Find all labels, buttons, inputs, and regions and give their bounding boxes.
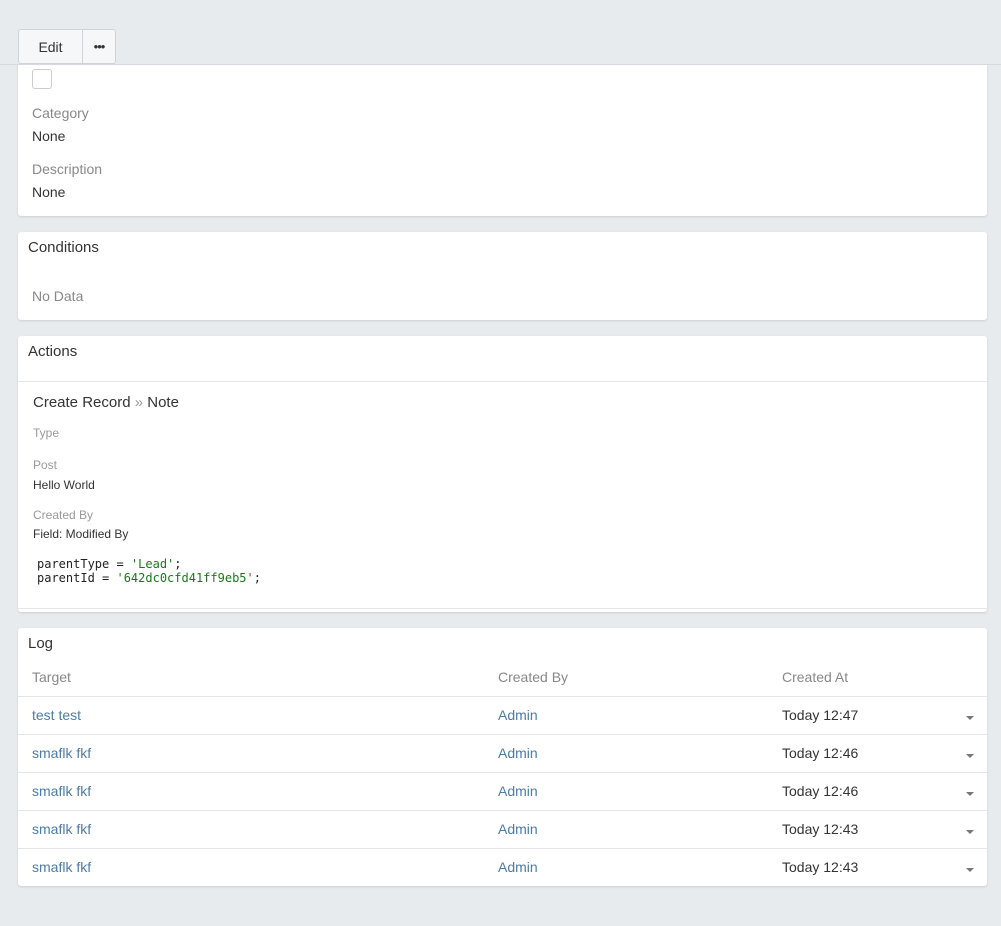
row-actions-caret-icon[interactable] <box>965 792 974 796</box>
created-at-value: Today 12:47 <box>782 696 952 735</box>
row-actions-caret-icon[interactable] <box>965 716 974 720</box>
created-by-link[interactable]: Admin <box>498 745 538 761</box>
action-entity: Note <box>147 394 179 411</box>
created-at-value: Today 12:43 <box>782 810 952 849</box>
table-row: test test Admin Today 12:47 <box>18 696 987 735</box>
created-by-label: Created By <box>33 508 94 522</box>
row-actions-caret-icon[interactable] <box>965 754 974 758</box>
target-link[interactable]: smaflk fkf <box>32 745 91 761</box>
action-separator: » <box>134 394 144 411</box>
actions-bottom-divider <box>18 608 987 609</box>
created-at-value: Today 12:43 <box>782 859 859 876</box>
record-toolbar: Edit ••• <box>0 0 1001 65</box>
ellipsis-icon: ••• <box>93 39 106 54</box>
table-row: smaflk fkf Admin Today 12:46 <box>18 772 987 811</box>
conditions-title: Conditions <box>28 239 99 256</box>
category-label: Category <box>32 105 89 121</box>
log-header-row: Target Created By Created At <box>18 659 987 697</box>
action-button-group: Edit ••• <box>18 29 116 64</box>
description-value: None <box>32 184 66 200</box>
table-row: smaflk fkf Admin Today 12:43 <box>18 810 987 849</box>
created-by-link[interactable]: Admin <box>498 707 538 723</box>
column-header-target[interactable]: Target <box>18 659 498 697</box>
created-by-link[interactable]: Admin <box>498 859 538 875</box>
log-table: Target Created By Created At test test A… <box>18 659 987 886</box>
table-row: smaflk fkf Admin Today 12:46 <box>18 734 987 773</box>
created-at-value: Today 12:46 <box>782 772 952 811</box>
post-label: Post <box>33 458 58 472</box>
active-checkbox[interactable] <box>32 69 52 89</box>
target-link[interactable]: smaflk fkf <box>32 821 91 837</box>
post-value: Hello World <box>33 478 95 492</box>
edit-button[interactable]: Edit <box>18 29 83 64</box>
created-by-link[interactable]: Admin <box>498 783 538 799</box>
details-panel: Category None Description None <box>18 40 987 216</box>
target-link[interactable]: test test <box>32 707 81 723</box>
formula-code-block: parentType = 'Lead'; parentId = '642dc0c… <box>37 557 261 585</box>
code-line-1: parentType = 'Lead'; <box>37 557 182 571</box>
actions-title: Actions <box>28 343 78 360</box>
target-link[interactable]: smaflk fkf <box>32 859 91 875</box>
more-options-button[interactable]: ••• <box>83 29 116 64</box>
created-at-value: Today 12:46 <box>782 734 952 773</box>
actions-divider <box>18 381 987 382</box>
log-title: Log <box>28 635 54 652</box>
code-line-2: parentId = '642dc0cfd41ff9eb5'; <box>37 571 261 585</box>
table-row: smaflk fkf Admin Today 12:43 <box>18 848 987 886</box>
action-heading: Create Record » Note <box>33 394 179 411</box>
row-actions-caret-icon[interactable] <box>965 830 974 834</box>
column-header-created-by[interactable]: Created By <box>498 659 782 697</box>
action-name: Create Record <box>33 394 131 411</box>
target-link[interactable]: smaflk fkf <box>32 783 91 799</box>
column-header-created-at[interactable]: Created At <box>782 659 952 697</box>
log-panel: Log Target Created By Created At test te… <box>18 628 987 886</box>
category-value: None <box>32 128 66 144</box>
created-by-link[interactable]: Admin <box>498 821 538 837</box>
conditions-panel: Conditions No Data <box>18 232 987 320</box>
conditions-empty-text: No Data <box>32 288 84 304</box>
actions-panel: Actions Create Record » Note Type Post H… <box>18 336 987 612</box>
created-by-value: Field: Modified By <box>33 527 129 541</box>
description-label: Description <box>32 161 103 177</box>
type-label: Type <box>33 426 60 440</box>
row-actions-caret-icon[interactable] <box>965 868 974 873</box>
